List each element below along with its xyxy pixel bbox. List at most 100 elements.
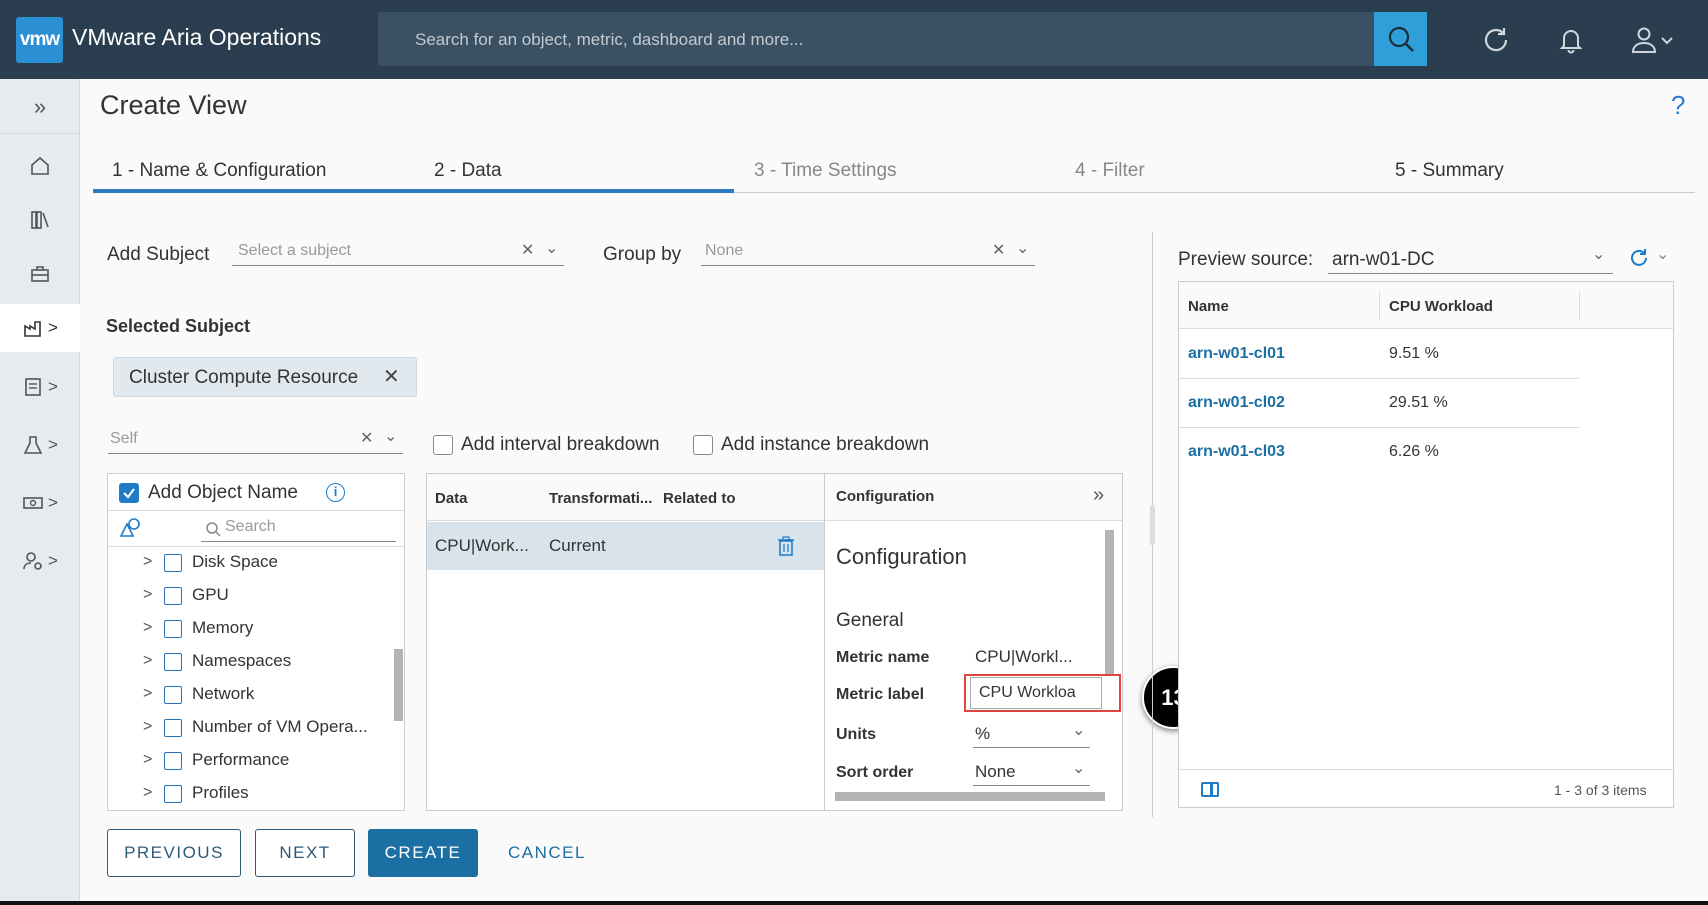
column-header-transformation[interactable]: Transformati... [549,490,652,507]
chevron-down-icon[interactable]: ⌄ [545,238,558,258]
previous-button[interactable]: PREVIOUS [107,829,241,877]
cancel-button[interactable]: CANCEL [508,843,586,863]
tab-data[interactable]: 2 - Data [434,160,502,182]
info-icon[interactable]: i [326,483,345,502]
create-button[interactable]: CREATE [368,829,478,877]
tree-item[interactable]: > Namespaces [108,647,388,680]
chevron-down-icon[interactable]: ⌄ [1072,758,1085,778]
splitter-handle[interactable] [1150,505,1155,545]
tree-item-label: Disk Space [192,552,278,571]
admin-user-icon [23,552,42,570]
tree-item[interactable]: > GPU [108,581,388,614]
self-select[interactable]: Self [110,430,138,448]
sidebar-item-inventory[interactable] [0,249,80,299]
instance-breakdown-checkbox[interactable] [693,435,713,455]
config-header: Configuration » [825,474,1122,521]
active-step-indicator [93,189,734,193]
vmware-logo: vmw [16,17,63,63]
chevron-down-icon[interactable]: ⌄ [384,426,397,446]
table-row: arn-w01-cl03 6.26 % [1179,428,1579,477]
tab-summary[interactable]: 5 - Summary [1395,160,1504,182]
notifications-button[interactable] [1551,20,1591,60]
column-toggle-icon[interactable] [1201,782,1219,797]
tree-item[interactable]: > Number of VM Opera... [108,713,388,746]
tab-time-settings[interactable]: 3 - Time Settings [754,160,897,182]
column-header-name[interactable]: Name [1188,298,1229,315]
highlight-metric-label [964,674,1121,712]
interval-breakdown-checkbox[interactable] [433,435,453,455]
add-subject-label: Add Subject [107,244,210,265]
table-row: arn-w01-cl02 29.51 % [1179,379,1579,428]
preview-refresh-button[interactable] [1628,247,1650,274]
metric-tree-panel: Add Object Name i Search > Disk Space > GP… [107,473,405,811]
remove-chip-icon[interactable]: ✕ [383,364,400,389]
page-title: Create View [100,90,247,120]
tree-item[interactable]: > Profiles [108,779,388,810]
sidebar-item-reports[interactable]: > [0,362,80,412]
column-header-cpu-workload[interactable]: CPU Workload [1389,298,1493,315]
subject-chip-label: Cluster Compute Resource [129,367,359,388]
table-row[interactable]: CPU|Work... Current [427,522,824,570]
help-icon[interactable]: ? [1671,90,1685,121]
global-search-input[interactable]: Search for an object, metric, dashboard … [378,12,1375,66]
metric-group-icon [164,785,182,803]
double-chevron-right-icon: » [33,93,47,119]
sidebar-item-library[interactable] [0,195,80,245]
clear-icon[interactable]: ✕ [992,240,1005,260]
column-header-data[interactable]: Data [435,490,468,507]
search-button[interactable] [1374,12,1427,66]
collapse-panel-icon[interactable]: » [1093,484,1104,507]
sidebar-item-cost[interactable]: > [0,478,80,528]
metric-group-icon [164,719,182,737]
user-menu-button[interactable] [1620,20,1684,60]
sidebar-item-infrastructure[interactable]: > [0,304,80,352]
subject-select-input[interactable]: Select a subject [238,242,351,260]
refresh-icon [1631,249,1647,266]
tree-item[interactable]: > Network [108,680,388,713]
units-select[interactable]: % [975,724,990,744]
config-horizontal-scrollbar[interactable] [835,792,1105,801]
shapes-filter-icon[interactable] [119,516,143,543]
add-object-name-checkbox[interactable] [119,483,139,503]
sidebar-item-administration[interactable]: > [0,536,80,586]
tree-item-label: GPU [192,585,229,604]
object-link[interactable]: arn-w01-cl02 [1188,394,1285,412]
sidebar-expand-button[interactable]: » [0,80,80,134]
refresh-button[interactable] [1476,20,1516,60]
preview-source-select[interactable]: arn-w01-DC [1332,249,1434,271]
home-icon [31,156,49,175]
tree-item[interactable]: > Performance [108,746,388,779]
tree-scrollbar[interactable] [394,649,403,721]
chevron-down-icon[interactable]: ⌄ [1016,238,1029,258]
app-title: VMware Aria Operations [72,24,322,50]
chevron-right-icon: > [48,551,58,570]
clear-icon[interactable]: ✕ [521,240,534,260]
tree-item[interactable]: > Memory [108,614,388,647]
sidebar-item-home[interactable] [0,141,80,191]
group-by-select[interactable]: None [705,242,743,260]
chevron-right-icon: > [48,435,58,454]
tab-filter[interactable]: 4 - Filter [1075,160,1145,182]
sort-order-select[interactable]: None [975,762,1016,782]
object-link[interactable]: arn-w01-cl03 [1188,443,1285,461]
tree-search-input[interactable]: Search [201,516,396,542]
chevron-down-icon[interactable]: ⌄ [1592,244,1605,264]
chevron-right-icon: > [143,553,153,570]
chevron-down-icon[interactable]: ⌄ [1072,720,1085,740]
sort-order-underline [973,785,1090,786]
sidebar-item-applications[interactable]: > [0,420,80,470]
trash-icon[interactable] [777,536,795,556]
chevron-down-icon [1661,37,1673,45]
data-config-panel: Data Transformati... Related to CPU|Work… [426,473,1123,811]
chevron-down-icon[interactable]: ⌄ [1656,244,1669,264]
column-divider [1579,291,1580,321]
next-button[interactable]: NEXT [255,829,355,877]
selected-subject-heading: Selected Subject [106,316,251,336]
tab-name-configuration[interactable]: 1 - Name & Configuration [112,160,326,182]
column-header-related-to[interactable]: Related to [663,490,736,507]
tree-search-placeholder: Search [225,518,276,535]
tree-item[interactable]: > Disk Space [108,548,388,581]
config-scrollbar[interactable] [1105,530,1114,675]
clear-icon[interactable]: ✕ [360,428,373,448]
object-link[interactable]: arn-w01-cl01 [1188,345,1285,363]
